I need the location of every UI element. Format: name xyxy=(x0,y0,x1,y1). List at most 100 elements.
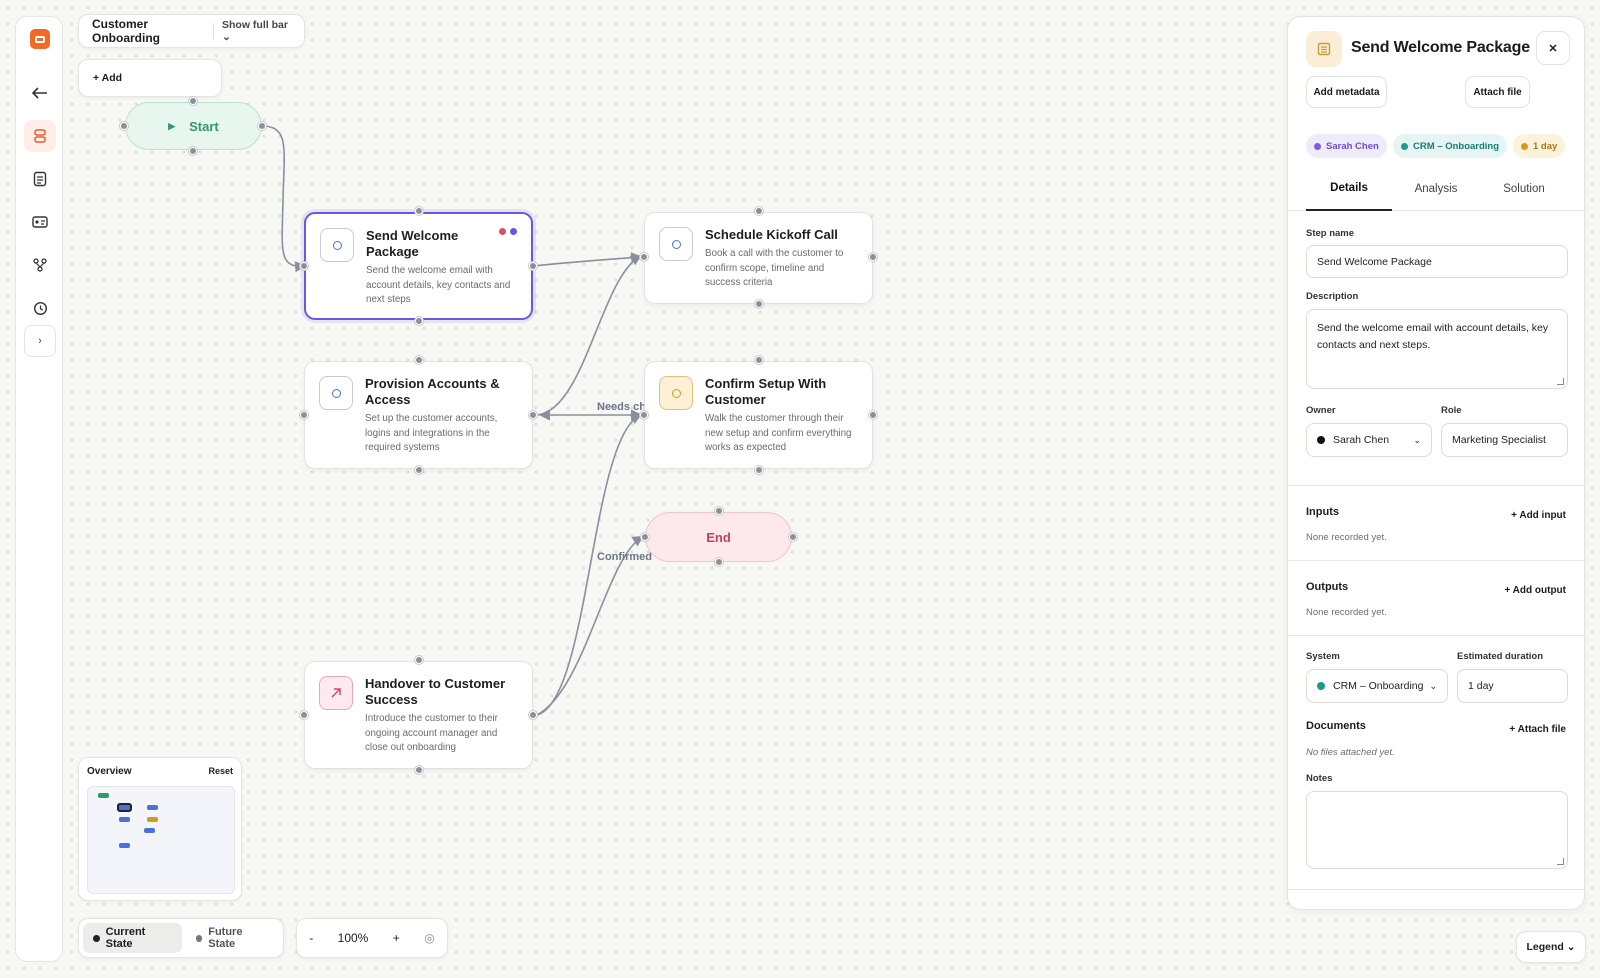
zoom-out-button[interactable]: - xyxy=(309,931,313,945)
connection-handle[interactable] xyxy=(120,122,128,130)
system-label: System xyxy=(1306,651,1340,662)
node-description: Set up the customer accounts, logins and… xyxy=(365,413,498,453)
status-dots xyxy=(499,228,517,235)
connection-handle[interactable] xyxy=(415,466,423,474)
attach-file-button[interactable]: Attach file xyxy=(1465,76,1530,108)
connection-handle[interactable] xyxy=(640,411,648,419)
connection-handle[interactable] xyxy=(715,507,723,515)
minimap-node xyxy=(119,843,130,848)
divider xyxy=(1288,560,1584,561)
close-icon[interactable]: ✕ xyxy=(1536,31,1570,65)
system-select[interactable]: CRM – Onboarding ⌄ xyxy=(1306,669,1448,703)
connection-handle[interactable] xyxy=(755,207,763,215)
description-textarea[interactable]: Send the welcome email with account deta… xyxy=(1306,309,1568,389)
connection-handle[interactable] xyxy=(715,558,723,566)
connection-handle[interactable] xyxy=(415,356,423,364)
legend-button[interactable]: Legend ⌄ xyxy=(1516,931,1586,963)
current-state-tab[interactable]: Current State xyxy=(83,923,182,953)
tab-solution[interactable]: Solution xyxy=(1480,167,1568,211)
estimated-duration-input[interactable]: 1 day xyxy=(1457,669,1568,703)
duration-tag[interactable]: 1 day xyxy=(1513,134,1566,158)
fit-view-icon[interactable]: ◎ xyxy=(424,931,434,945)
step-name-label: Step name xyxy=(1306,228,1355,239)
connection-handle[interactable] xyxy=(415,656,423,664)
minimap-node xyxy=(98,793,109,798)
notes-textarea[interactable] xyxy=(1306,791,1568,869)
panel-tabs: Details Analysis Solution xyxy=(1288,167,1584,211)
end-node[interactable]: End xyxy=(645,512,792,562)
status-dot xyxy=(510,228,517,235)
owner-select[interactable]: Sarah Chen ⌄ xyxy=(1306,423,1432,457)
attach-document-button[interactable]: + Attach file xyxy=(1509,724,1566,735)
connection-handle[interactable] xyxy=(869,253,877,261)
add-metadata-button[interactable]: Add metadata xyxy=(1306,76,1387,108)
owner-tag-label: Sarah Chen xyxy=(1326,140,1379,152)
node-title: Schedule Kickoff Call xyxy=(705,227,838,242)
connection-handle[interactable] xyxy=(529,711,537,719)
connection-handle[interactable] xyxy=(755,300,763,308)
connection-handle[interactable] xyxy=(641,533,649,541)
chevron-down-icon: ⌄ xyxy=(1413,434,1421,445)
node-provision-accounts-access[interactable]: Provision Accounts & Access Set up the c… xyxy=(304,361,533,469)
status-dot xyxy=(499,228,506,235)
node-title: Handover to Customer Success xyxy=(365,676,506,707)
end-node-label: End xyxy=(706,529,731,545)
minimap-node xyxy=(147,805,158,810)
connection-handle[interactable] xyxy=(300,711,308,719)
documents-empty-text: No files attached yet. xyxy=(1306,747,1395,758)
add-input-button[interactable]: + Add input xyxy=(1511,510,1566,521)
inputs-heading: Inputs xyxy=(1306,506,1339,518)
connection-handle[interactable] xyxy=(755,356,763,364)
connection-handle[interactable] xyxy=(189,147,197,155)
node-send-welcome-package[interactable]: Send Welcome Package Send the welcome em… xyxy=(304,212,533,320)
connection-handle[interactable] xyxy=(258,122,266,130)
future-state-tab[interactable]: Future State xyxy=(186,923,279,953)
connection-handle[interactable] xyxy=(415,317,423,325)
connection-handle[interactable] xyxy=(529,262,537,270)
owner-label: Owner xyxy=(1306,405,1336,416)
duration-tag-label: 1 day xyxy=(1533,140,1558,152)
step-name-input[interactable]: Send Welcome Package xyxy=(1306,245,1568,278)
node-schedule-kickoff-call[interactable]: Schedule Kickoff Call Book a call with t… xyxy=(644,212,873,304)
step-icon xyxy=(319,376,353,410)
description-text: Send the welcome email with account deta… xyxy=(1317,322,1549,351)
node-title: Provision Accounts & Access xyxy=(365,376,500,407)
connection-handle[interactable] xyxy=(755,466,763,474)
node-title: Send Welcome Package xyxy=(366,228,459,259)
connection-handle[interactable] xyxy=(300,411,308,419)
connection-handle[interactable] xyxy=(300,262,308,270)
owner-tag[interactable]: Sarah Chen xyxy=(1306,134,1387,158)
system-tag[interactable]: CRM – Onboarding xyxy=(1393,134,1508,158)
reset-button[interactable]: Reset xyxy=(208,766,233,777)
system-dot xyxy=(1317,682,1325,690)
add-output-button[interactable]: + Add output xyxy=(1504,585,1566,596)
role-input[interactable]: Marketing Specialist xyxy=(1441,423,1568,457)
divider xyxy=(1288,889,1584,890)
node-handover-customer-success[interactable]: Handover to Customer Success Introduce t… xyxy=(304,661,533,769)
arrow-up-right-icon xyxy=(319,676,353,710)
connection-handle[interactable] xyxy=(869,411,877,419)
zoom-in-button[interactable]: + xyxy=(393,931,400,945)
connection-handle[interactable] xyxy=(529,411,537,419)
play-icon: ▶ xyxy=(168,120,176,131)
node-confirm-setup[interactable]: Confirm Setup With Customer Walk the cus… xyxy=(644,361,873,469)
resize-handle-icon[interactable] xyxy=(1557,858,1564,865)
connection-handle[interactable] xyxy=(415,766,423,774)
resize-handle-icon[interactable] xyxy=(1557,378,1564,385)
connection-handle[interactable] xyxy=(789,533,797,541)
edge-label-needs-changes: Needs ch xyxy=(597,401,646,413)
node-title: Confirm Setup With Customer xyxy=(705,376,827,407)
tab-details[interactable]: Details xyxy=(1306,167,1392,211)
step-icon xyxy=(659,376,693,410)
step-icon xyxy=(320,228,354,262)
connection-handle[interactable] xyxy=(640,253,648,261)
start-node[interactable]: ▶ Start xyxy=(125,102,262,150)
connection-handle[interactable] xyxy=(415,207,423,215)
tab-analysis[interactable]: Analysis xyxy=(1392,167,1480,211)
panel-title: Send Welcome Package xyxy=(1351,39,1530,56)
start-node-label: Start xyxy=(189,118,219,134)
current-state-label: Current State xyxy=(105,926,146,950)
connection-handle[interactable] xyxy=(189,97,197,105)
minimap-canvas[interactable] xyxy=(87,786,235,894)
system-tag-label: CRM – Onboarding xyxy=(1413,140,1500,152)
